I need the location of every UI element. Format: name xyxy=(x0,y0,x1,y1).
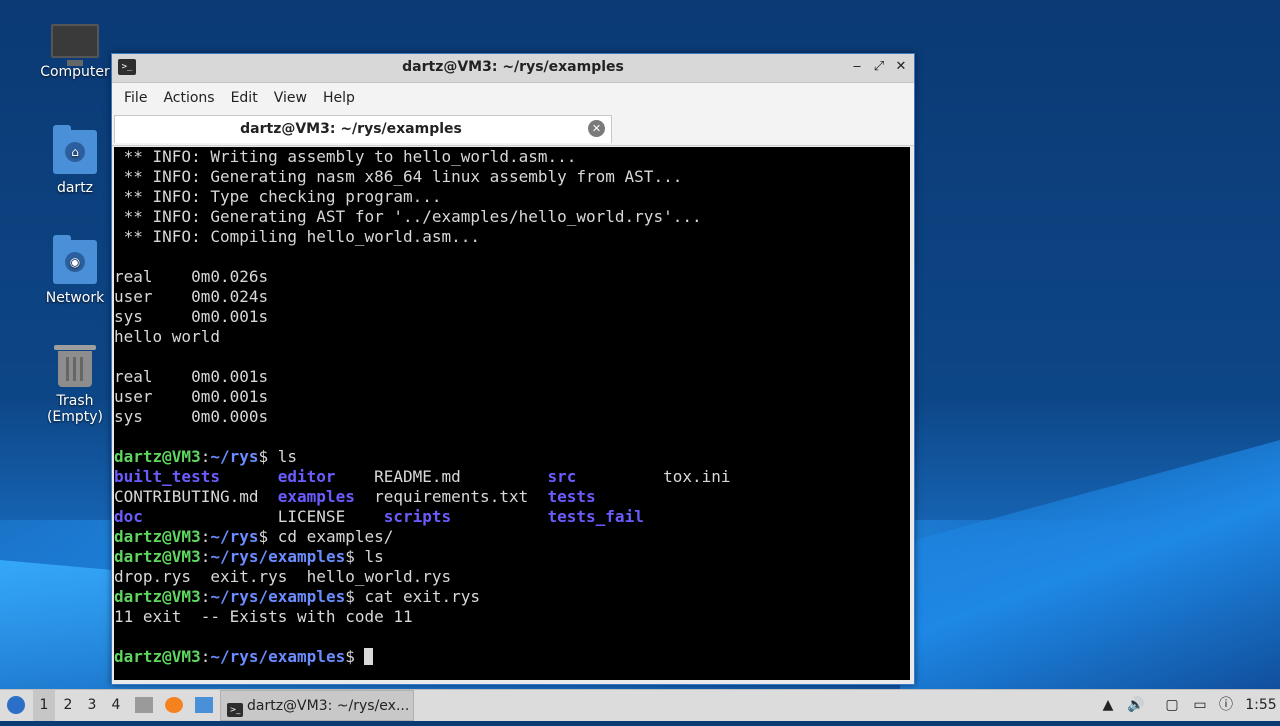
term-line: hello world xyxy=(114,327,220,346)
term-line: 11 exit -- Exists with code 11 xyxy=(114,607,413,626)
ls-entry: LICENSE xyxy=(277,507,346,526)
prompt-user: dartz@VM3 xyxy=(114,527,201,546)
command: ls xyxy=(364,547,384,566)
term-line: ** INFO: Generating AST for '../examples… xyxy=(114,207,702,226)
term-line: ** INFO: Writing assembly to hello_world… xyxy=(114,147,577,166)
workspace-1[interactable]: 1 xyxy=(33,690,55,721)
command: cat exit.rys xyxy=(364,587,481,606)
term-line: sys 0m0.001s xyxy=(114,307,269,326)
volume-icon[interactable]: 🔊 xyxy=(1125,690,1147,721)
ls-entry: built_tests xyxy=(114,467,220,486)
ls-entry: README.md xyxy=(374,467,461,486)
command: cd examples/ xyxy=(277,527,394,546)
desktop-icon-trash[interactable]: Trash (Empty) xyxy=(27,345,123,425)
desktop-icon-computer[interactable]: Computer xyxy=(27,18,123,80)
ls-entry: requirements.txt xyxy=(374,487,529,506)
taskbar-terminal-button[interactable]: >_ dartz@VM3: ~/rys/ex... xyxy=(220,690,414,721)
window-title: dartz@VM3: ~/rys/examples xyxy=(402,59,624,75)
ls-entry: tests xyxy=(547,487,596,506)
notification-icon[interactable]: ⓘ xyxy=(1215,690,1237,721)
menu-help[interactable]: Help xyxy=(315,90,363,106)
ls-entry: tests_fail xyxy=(547,507,644,526)
task-label: dartz@VM3: ~/rys/ex... xyxy=(247,698,410,714)
file-manager-icon[interactable] xyxy=(193,690,215,721)
term-line: user 0m0.024s xyxy=(114,287,269,306)
desktop-icon-label: Computer xyxy=(40,64,110,80)
prompt-user: dartz@VM3 xyxy=(114,547,201,566)
tab-label: dartz@VM3: ~/rys/examples xyxy=(240,121,462,137)
network-folder-icon: ◉ xyxy=(53,235,97,284)
tab-terminal[interactable]: dartz@VM3: ~/rys/examples ✕ xyxy=(114,115,612,143)
prompt-path: ~/rys xyxy=(210,447,259,466)
term-line: real 0m0.001s xyxy=(114,367,269,386)
menu-bar: File Actions Edit View Help xyxy=(112,83,914,113)
desktop-icon-network[interactable]: ◉ Network xyxy=(27,235,123,306)
close-button[interactable]: ✕ xyxy=(894,58,908,76)
desktop-icon-label: Network xyxy=(45,290,105,306)
terminal-icon: >_ xyxy=(227,703,243,717)
ls-entry: editor xyxy=(277,467,336,486)
term-line: ** INFO: Compiling hello_world.asm... xyxy=(114,227,481,246)
text-cursor xyxy=(364,648,374,665)
clock[interactable]: 1:55 xyxy=(1244,690,1278,721)
tab-bar: dartz@VM3: ~/rys/examples ✕ xyxy=(112,113,914,146)
terminal-output[interactable]: ** INFO: Writing assembly to hello_world… xyxy=(114,147,910,680)
menu-actions[interactable]: Actions xyxy=(155,90,222,106)
ls-entry: CONTRIBUTING.md xyxy=(114,487,259,506)
firefox-icon[interactable] xyxy=(163,690,185,721)
prompt-path: ~/rys xyxy=(210,527,259,546)
workspace-4[interactable]: 4 xyxy=(105,690,127,721)
desktop-icon-label: Trash (Empty) xyxy=(46,393,104,425)
taskbar: 1 2 3 4 >_ dartz@VM3: ~/rys/ex... ▲ 🔊 ▢ ▭… xyxy=(0,689,1280,721)
ls-entry: examples xyxy=(277,487,355,506)
terminal-window: >_ dartz@VM3: ~/rys/examples ‒ ⤢ ✕ File … xyxy=(111,53,915,685)
maximize-button[interactable]: ⤢ xyxy=(872,58,886,76)
ls-entry: doc xyxy=(114,507,143,526)
prompt-user: dartz@VM3 xyxy=(114,447,201,466)
menu-edit[interactable]: Edit xyxy=(223,90,266,106)
home-folder-icon: ⌂ xyxy=(53,125,97,174)
workspace-2[interactable]: 2 xyxy=(57,690,79,721)
prompt-user: dartz@VM3 xyxy=(114,587,201,606)
ls-entry: tox.ini xyxy=(663,467,731,486)
workspace-3[interactable]: 3 xyxy=(81,690,103,721)
prompt-user: dartz@VM3 xyxy=(114,647,201,666)
prompt-path: ~/rys/examples xyxy=(210,547,346,566)
desktop-icon-label: dartz xyxy=(56,180,94,196)
start-menu-button[interactable] xyxy=(4,690,28,721)
show-desktop-icon[interactable] xyxy=(133,690,155,721)
lxqt-logo-icon xyxy=(7,696,25,714)
ls-entry: src xyxy=(547,467,577,486)
window-titlebar[interactable]: >_ dartz@VM3: ~/rys/examples ‒ ⤢ ✕ xyxy=(112,54,914,83)
term-line: ** INFO: Generating nasm x86_64 linux as… xyxy=(114,167,683,186)
wallpaper-wave xyxy=(900,440,1280,700)
computer-icon xyxy=(51,24,99,66)
tray-updates-icon[interactable]: ▲ xyxy=(1097,690,1119,721)
prompt-path: ~/rys/examples xyxy=(210,647,346,666)
desktop-icon-home[interactable]: ⌂ dartz xyxy=(27,125,123,196)
clipboard-icon[interactable]: ▢ xyxy=(1161,690,1183,721)
prompt-path: ~/rys/examples xyxy=(210,587,346,606)
network-tray-icon[interactable]: ▭ xyxy=(1189,690,1211,721)
term-line: real 0m0.026s xyxy=(114,267,269,286)
term-line: drop.rys exit.rys hello_world.rys xyxy=(114,567,452,586)
menu-file[interactable]: File xyxy=(116,90,155,106)
minimize-button[interactable]: ‒ xyxy=(850,58,864,76)
trash-icon xyxy=(54,345,96,387)
term-line: sys 0m0.000s xyxy=(114,407,269,426)
command: ls xyxy=(277,447,298,466)
ls-entry: scripts xyxy=(383,507,452,526)
menu-view[interactable]: View xyxy=(266,90,315,106)
term-line: ** INFO: Type checking program... xyxy=(114,187,442,206)
tab-close-icon[interactable]: ✕ xyxy=(588,120,605,137)
term-line: user 0m0.001s xyxy=(114,387,269,406)
